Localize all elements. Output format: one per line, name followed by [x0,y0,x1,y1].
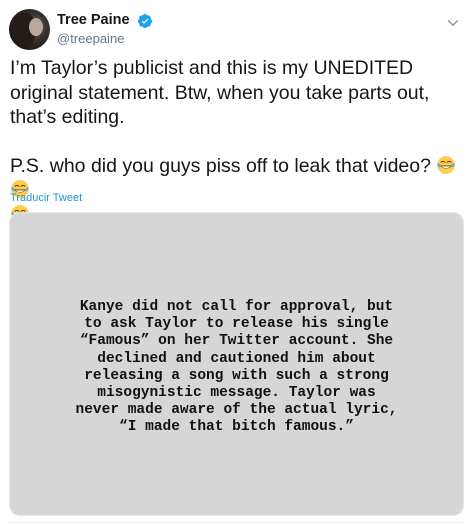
tweet-text-paragraph-2-text: P.S. who did you guys piss off to leak t… [10,154,431,177]
author-names: Tree Paine @treepaine [57,12,153,47]
avatar-face [29,18,43,36]
avatar[interactable] [9,9,50,50]
verified-badge-icon [137,13,152,28]
author-handle[interactable]: @treepaine [57,31,153,47]
media-statement-text: Kanye did not call for approval, but to … [75,299,398,436]
face-with-tears-of-joy-icon [437,155,456,174]
chevron-down-icon[interactable] [444,14,462,32]
author-display-name[interactable]: Tree Paine [57,12,130,29]
tweet-text-paragraph-1: I’m Taylor’s publicist and this is my UN… [10,57,430,128]
tweet: Tree Paine @treepaine I’m Taylor’s publi… [0,0,472,525]
tweet-header: Tree Paine @treepaine [9,8,464,50]
translate-tweet-link[interactable]: Traducir Tweet [10,192,82,204]
tweet-media-image[interactable]: Kanye did not call for approval, but to … [9,212,464,516]
divider [9,522,464,523]
